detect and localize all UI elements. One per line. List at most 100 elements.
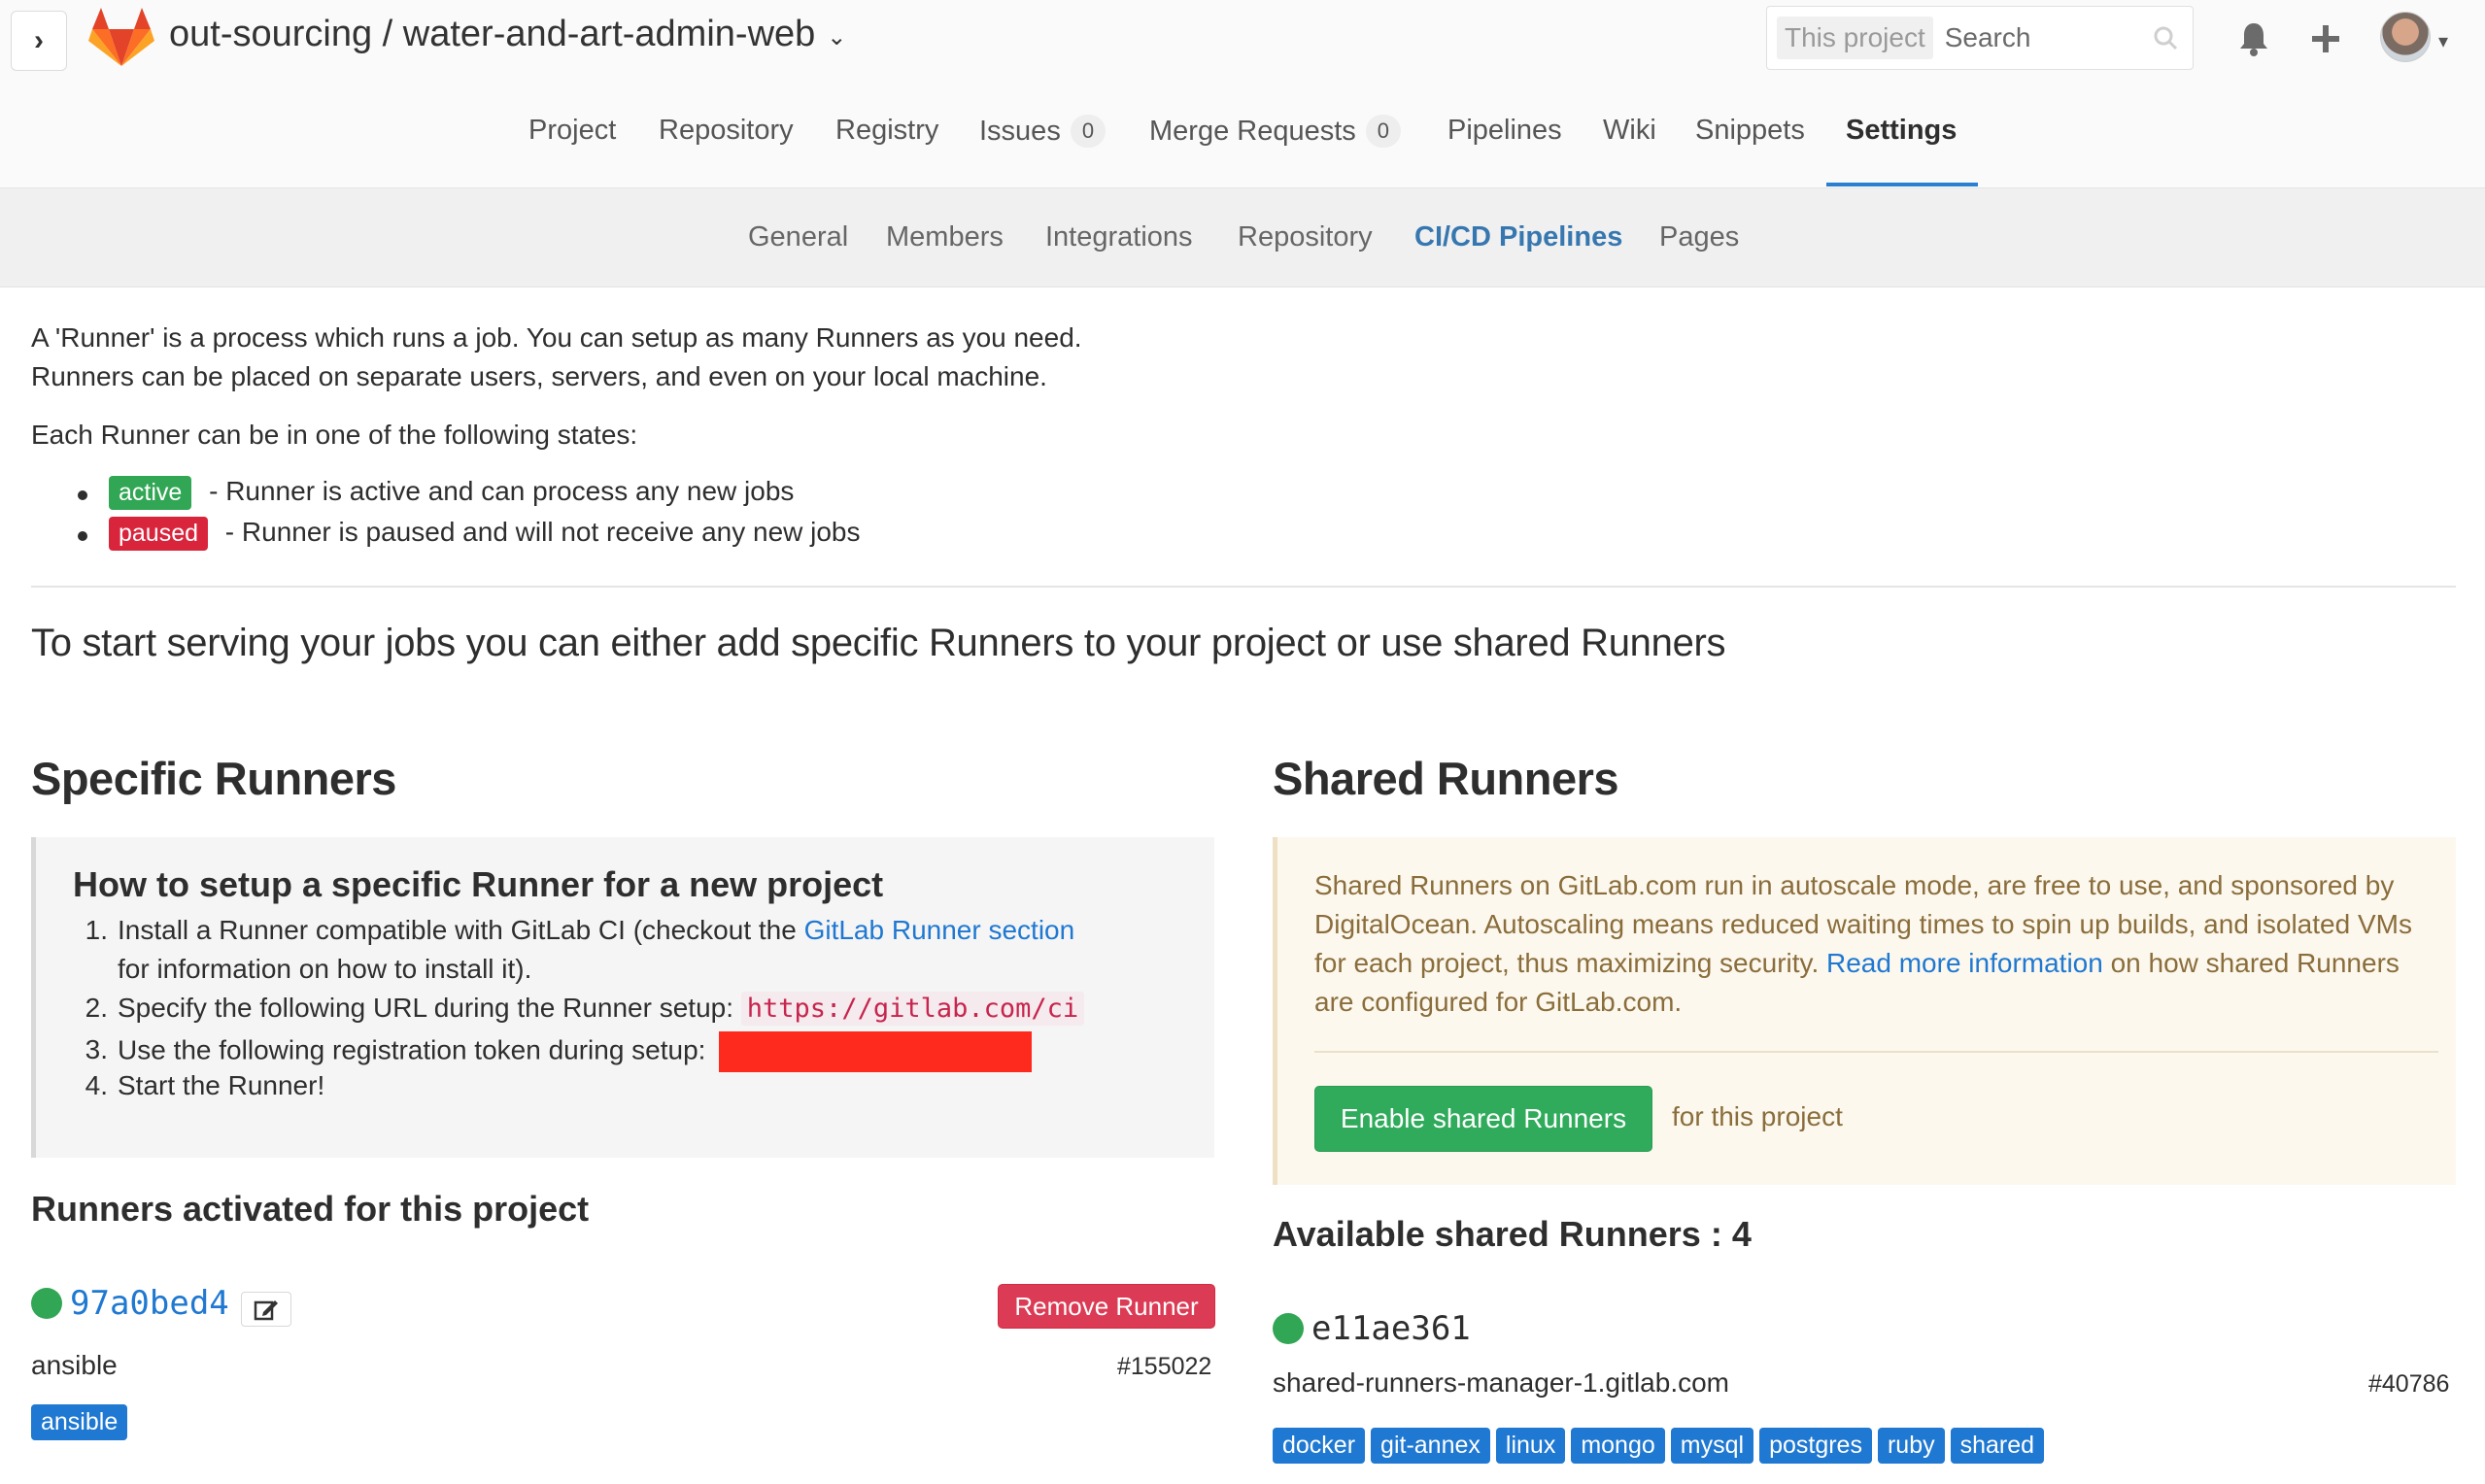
- step-text: Use the following registration token dur…: [118, 1034, 714, 1065]
- activated-runners-heading: Runners activated for this project: [31, 1189, 590, 1229]
- search-box[interactable]: This project Search: [1766, 6, 2194, 70]
- top-header: › out-sourcing / water-and-art-admin-web…: [0, 0, 2485, 78]
- states-heading: Each Runner can be in one of the followi…: [31, 420, 638, 450]
- runner-tag: git-annex: [1371, 1428, 1490, 1464]
- subnav-integrations[interactable]: Integrations: [1045, 221, 1193, 253]
- chevron-right-icon: ›: [34, 24, 44, 56]
- settings-sub-nav: General Members Integrations Repository …: [0, 188, 2485, 287]
- gitlab-logo-icon[interactable]: [87, 6, 155, 68]
- active-tab-indicator: [1826, 183, 1978, 186]
- nav-label: Wiki: [1603, 115, 1656, 146]
- specific-runners-heading: Specific Runners: [31, 753, 396, 804]
- nav-snippets[interactable]: Snippets: [1695, 115, 1805, 147]
- runner-description: ansible: [31, 1350, 118, 1380]
- shared-runner-number: #40786: [2368, 1370, 2450, 1398]
- subnav-members[interactable]: Members: [886, 221, 1004, 253]
- setup-step-4: 4. Start the Runner!: [73, 1070, 325, 1101]
- setup-title: How to setup a specific Runner for a new…: [73, 864, 884, 904]
- nav-settings[interactable]: Settings: [1846, 115, 1957, 147]
- runner-tag: docker: [1273, 1428, 1366, 1464]
- runner-tag: shared: [1950, 1428, 2045, 1464]
- shared-runner-tags: docker git-annex linux mongo mysql postgres ru…: [1273, 1428, 2050, 1464]
- step-number: 1.: [85, 915, 108, 945]
- notifications-bell-icon[interactable]: [2232, 17, 2275, 60]
- setup-step-2: 2. Specify the following URL during the R…: [73, 992, 1085, 1026]
- nav-label: Settings: [1846, 115, 1957, 146]
- plus-icon[interactable]: [2304, 17, 2347, 60]
- setup-step-1: 1. Install a Runner compatible with GitLa…: [73, 915, 1075, 946]
- nav-merge-requests[interactable]: Merge Requests 0: [1149, 115, 1402, 148]
- edit-icon: [254, 1300, 278, 1321]
- search-scope-badge: This project: [1777, 17, 1933, 59]
- shared-runners-info-text: Shared Runners on GitLab.com run in auto…: [1314, 866, 2441, 1022]
- runner-tag: linux: [1495, 1428, 1566, 1464]
- shared-runners-info-panel: Shared Runners on GitLab.com run in auto…: [1273, 837, 2456, 1185]
- sidebar-toggle-button[interactable]: ›: [11, 11, 67, 71]
- nav-label: Project: [528, 115, 617, 146]
- step-text: Install a Runner compatible with GitLab …: [118, 915, 804, 945]
- subnav-ci-cd-pipelines[interactable]: CI/CD Pipelines: [1414, 221, 1622, 253]
- gitlab-runner-section-link[interactable]: GitLab Runner section: [804, 915, 1075, 945]
- list-bullet: [78, 490, 87, 500]
- panel-divider: [1314, 1051, 2438, 1053]
- runner-number: #155022: [1117, 1353, 1212, 1380]
- enable-shared-runners-button[interactable]: Enable shared Runners: [1314, 1086, 1652, 1152]
- chevron-down-icon[interactable]: ▾: [2438, 29, 2448, 53]
- shared-runner-description: shared-runners-manager-1.gitlab.com: [1273, 1367, 1729, 1398]
- nav-label: Pipelines: [1447, 115, 1562, 146]
- user-avatar[interactable]: [2380, 12, 2431, 62]
- setup-step-3: 3. Use the following registration token d…: [73, 1031, 1033, 1072]
- redacted-registration-token: [719, 1031, 1033, 1072]
- nav-label: Repository: [659, 115, 794, 146]
- paused-state-label: paused: [109, 517, 209, 551]
- project-breadcrumb[interactable]: out-sourcing / water-and-art-admin-web ⌄: [169, 14, 846, 55]
- shared-runners-heading: Shared Runners: [1273, 753, 1619, 804]
- available-shared-runners-heading: Available shared Runners : 4: [1273, 1214, 1752, 1254]
- step-text: Start the Runner!: [118, 1070, 325, 1100]
- runner-tag: mysql: [1670, 1428, 1754, 1464]
- remove-runner-button[interactable]: Remove Runner: [998, 1284, 1215, 1329]
- nav-label: Snippets: [1695, 115, 1805, 146]
- issues-count-badge: 0: [1070, 115, 1106, 148]
- nav-registry[interactable]: Registry: [835, 115, 938, 147]
- list-bullet: [78, 531, 87, 541]
- enable-suffix-text: for this project: [1672, 1101, 1843, 1131]
- shared-runner-id: e11ae361: [1311, 1309, 1471, 1348]
- nav-project[interactable]: Project: [528, 115, 616, 147]
- runner-id-link[interactable]: 97a0bed4: [70, 1284, 229, 1323]
- runner-tag: postgres: [1759, 1428, 1872, 1464]
- runners-lead-text: To start serving your jobs you can eithe…: [31, 622, 1726, 664]
- step-number: 4.: [85, 1070, 108, 1100]
- edit-runner-button[interactable]: [241, 1292, 291, 1327]
- active-state-label: active: [109, 476, 192, 510]
- setup-instructions-panel: How to setup a specific Runner for a new…: [31, 837, 1214, 1158]
- state-description: - Runner is active and can process any n…: [201, 476, 795, 506]
- breadcrumb-text[interactable]: out-sourcing / water-and-art-admin-web: [169, 14, 815, 55]
- setup-step-1-continued: for information on how to install it).: [118, 954, 532, 984]
- step-text: Specify the following URL during the Run…: [118, 993, 741, 1023]
- merge-requests-count-badge: 0: [1365, 115, 1402, 148]
- runner-tag: ansible: [31, 1404, 128, 1440]
- runner-tag: mongo: [1571, 1428, 1665, 1464]
- state-item-active: active - Runner is active and can proces…: [109, 476, 794, 510]
- nav-label: Merge Requests: [1149, 115, 1356, 147]
- state-description: - Runner is paused and will not receive …: [218, 517, 861, 547]
- subnav-general[interactable]: General: [748, 221, 848, 253]
- nav-pipelines[interactable]: Pipelines: [1447, 115, 1562, 147]
- nav-wiki[interactable]: Wiki: [1603, 115, 1656, 147]
- state-item-paused: paused - Runner is paused and will not r…: [109, 517, 861, 551]
- search-input[interactable]: Search: [1945, 22, 2146, 53]
- subnav-pages[interactable]: Pages: [1659, 221, 1739, 253]
- nav-repository[interactable]: Repository: [659, 115, 794, 147]
- search-icon: [2146, 18, 2185, 57]
- intro-line-2: Runners can be placed on separate users,…: [31, 361, 1047, 391]
- step-number: 2.: [85, 993, 108, 1023]
- runner-tags: ansible: [31, 1404, 133, 1440]
- subnav-repository[interactable]: Repository: [1238, 221, 1373, 253]
- ci-url-code: https://gitlab.com/ci: [740, 992, 1085, 1026]
- project-main-nav: Project Repository Registry Issues 0 Mer…: [0, 78, 2485, 188]
- nav-label: Registry: [835, 115, 939, 146]
- nav-issues[interactable]: Issues 0: [979, 115, 1106, 148]
- read-more-link[interactable]: Read more information: [1826, 948, 2103, 978]
- chevron-down-icon[interactable]: ⌄: [827, 23, 846, 51]
